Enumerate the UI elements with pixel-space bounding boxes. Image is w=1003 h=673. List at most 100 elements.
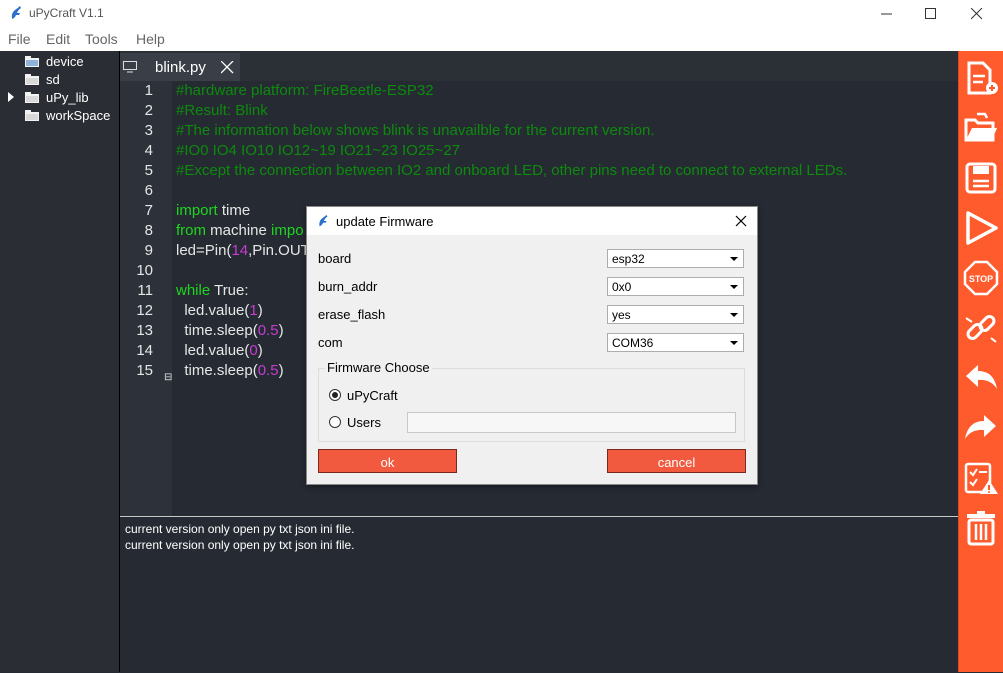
undo-button[interactable]: [961, 356, 1001, 400]
console-line: current version only open py txt json in…: [125, 522, 355, 536]
radio-users[interactable]: [329, 416, 341, 428]
monitor-icon: [123, 61, 137, 73]
code-line: led.value(0): [176, 342, 263, 359]
tree-item-upy-lib[interactable]: uPy_lib: [0, 88, 119, 106]
board-label: board: [318, 251, 352, 266]
tree-item-workspace[interactable]: workSpace: [0, 106, 119, 124]
com-select[interactable]: COM36: [607, 333, 744, 352]
new-file-icon: [967, 61, 998, 95]
code-line: led.value(1): [176, 302, 263, 319]
folder-icon: [25, 56, 39, 67]
redo-icon: [965, 415, 996, 439]
line-number: 4: [144, 142, 153, 159]
erase-flash-value: yes: [612, 308, 631, 322]
ok-label: ok: [380, 455, 395, 470]
cancel-label: cancel: [657, 455, 696, 470]
cancel-button[interactable]: cancel: [607, 449, 746, 473]
minimize-icon: [881, 13, 892, 15]
tree-item-sd[interactable]: sd: [0, 70, 119, 88]
tree-item-device[interactable]: device: [0, 52, 119, 70]
code-line: while True:: [176, 282, 249, 299]
maximize-button[interactable]: [908, 0, 954, 27]
tab-blink-py[interactable]: blink.py: [120, 53, 240, 81]
stop-icon: STOP: [963, 260, 999, 296]
redo-button[interactable]: [961, 406, 1001, 450]
stop-button[interactable]: STOP: [961, 256, 1001, 300]
close-tab-icon[interactable]: [221, 61, 234, 74]
menu-help[interactable]: Help: [136, 31, 165, 47]
new-file-button[interactable]: [961, 56, 1001, 100]
svg-text:STOP: STOP: [969, 274, 993, 284]
run-button[interactable]: [961, 206, 1001, 250]
line-number: 10: [136, 262, 153, 279]
dialog-title: update Firmware: [336, 214, 434, 229]
close-window-button[interactable]: [954, 0, 1000, 27]
tree-item-label: uPy_lib: [46, 90, 89, 105]
syntax-check-icon: [964, 462, 998, 494]
app-logo-icon: [319, 214, 328, 227]
fold-marker-icon[interactable]: ⊟: [164, 372, 172, 383]
syntax-check-button[interactable]: [961, 456, 1001, 500]
open-folder-button[interactable]: [961, 106, 1001, 150]
code-line: led=Pin(14,Pin.OUT: [176, 242, 310, 259]
expand-arrow-icon[interactable]: [8, 92, 14, 102]
line-number: 12: [136, 302, 153, 319]
com-value: COM36: [612, 336, 654, 350]
line-number: 6: [144, 182, 153, 199]
line-number: 2: [144, 102, 153, 119]
close-icon[interactable]: [733, 213, 749, 229]
minimize-button[interactable]: [864, 0, 910, 27]
code-line: #The information below shows blink is un…: [176, 122, 655, 139]
burn-addr-select[interactable]: 0x0: [607, 277, 744, 296]
dialog-title-bar: update Firmware: [307, 207, 757, 235]
chevron-down-icon: [730, 341, 738, 345]
console-line: current version only open py txt json in…: [125, 538, 355, 552]
board-value: esp32: [612, 252, 645, 266]
code-line: #Result: Blink: [176, 102, 268, 119]
file-tree-panel: device sd uPy_lib workSpace: [0, 51, 120, 672]
erase-flash-select[interactable]: yes: [607, 305, 744, 324]
window-title: uPyCraft V1.1: [29, 6, 104, 20]
radio-users-label[interactable]: Users: [347, 415, 381, 430]
code-line: #IO0 IO4 IO10 IO12~19 IO21~23 IO25~27: [176, 142, 460, 159]
code-line: import time: [176, 202, 251, 219]
console-panel[interactable]: current version only open py txt json in…: [120, 516, 958, 673]
radio-upycraft-label[interactable]: uPyCraft: [347, 388, 398, 403]
connect-icon: [965, 315, 997, 343]
app-logo-icon: [11, 6, 21, 19]
save-icon: [965, 162, 997, 194]
right-toolbar: STOP: [958, 51, 1003, 672]
line-number-gutter: 1 2 3 4 5 6 7 8 9 10 11 12 13 14 15: [120, 81, 172, 516]
line-number: 9: [144, 242, 153, 259]
firmware-choose-title: Firmware Choose: [325, 360, 432, 375]
update-firmware-dialog: update Firmware board esp32 burn_addr 0x…: [306, 206, 758, 485]
maximize-icon: [925, 8, 936, 19]
ok-button[interactable]: ok: [318, 449, 457, 473]
chevron-down-icon: [730, 285, 738, 289]
board-select[interactable]: esp32: [607, 249, 744, 268]
tab-label: blink.py: [155, 59, 206, 76]
open-folder-icon: [964, 112, 997, 142]
clear-button[interactable]: [961, 506, 1001, 550]
burn-addr-label: burn_addr: [318, 279, 378, 294]
line-number: 5: [144, 162, 153, 179]
run-icon: [966, 211, 998, 245]
menu-tools[interactable]: Tools: [85, 31, 118, 47]
users-firmware-path-input[interactable]: [407, 412, 736, 433]
menu-edit[interactable]: Edit: [46, 31, 70, 47]
radio-upycraft[interactable]: [329, 389, 341, 401]
undo-icon: [966, 365, 997, 389]
tree-item-label: workSpace: [46, 108, 111, 123]
tree-item-label: sd: [46, 72, 60, 87]
tree-item-label: device: [46, 54, 84, 69]
code-line: time.sleep(0.5): [176, 362, 284, 379]
save-button[interactable]: [961, 156, 1001, 200]
connect-button[interactable]: [961, 306, 1001, 350]
code-line: time.sleep(0.5): [176, 322, 284, 339]
menu-file[interactable]: File: [8, 31, 31, 47]
burn-addr-value: 0x0: [612, 280, 632, 294]
menu-bar: File Edit Tools Help: [0, 27, 1003, 51]
code-line: from machine impo: [176, 222, 304, 239]
radio-selected-dot: [332, 392, 338, 398]
line-number: 7: [144, 202, 153, 219]
